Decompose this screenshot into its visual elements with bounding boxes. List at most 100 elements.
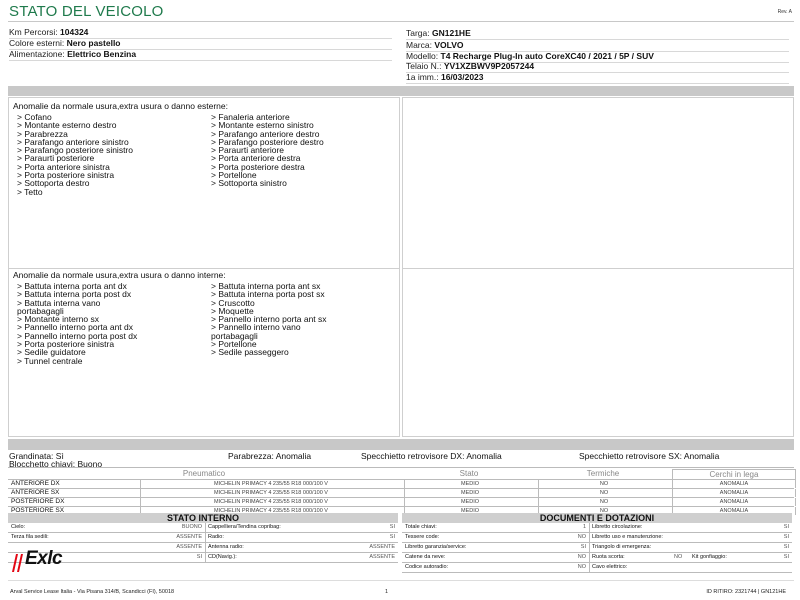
documents-section: DOCUMENTI E DOTAZIONI Totale chiavi: 1 Lib…	[402, 513, 792, 573]
tyre-rim: ANOMALIA	[672, 498, 796, 506]
doc-label-b: Cavo elettrico:	[589, 563, 627, 572]
state-header: Stato	[459, 469, 479, 478]
interior-label-a: Terza fila sedili:	[11, 534, 49, 540]
doc-value-a: NO	[577, 564, 586, 570]
tyre-winter: NO	[538, 480, 669, 488]
doc-label-b: Libretto circolazione:	[589, 523, 642, 532]
km-label: Km Percorsi:	[9, 27, 58, 37]
brand-label: Marca:	[406, 40, 432, 50]
tyre-state: MEDIO	[404, 480, 535, 488]
vin-value: YV1XZBWV9P2057244	[443, 61, 535, 71]
plate-row: Targa: GN121HE	[406, 28, 789, 40]
internal-damage-heading: Anomalie da normale usura,extra usura o …	[13, 270, 226, 280]
external-damage-list-1: > Cofano > Montante esterno destro > Parab…	[17, 113, 133, 196]
doc-label-a: Totale chiavi:	[405, 524, 437, 530]
brand-value: VOLVO	[434, 40, 464, 50]
fuel-row: Alimentazione: Elettrico Benzina	[9, 49, 392, 61]
damage-item: > Tunnel centrale	[17, 355, 83, 366]
tyre-model: MICHELIN PRIMACY 4 235/55 R18 000/100 V	[140, 480, 401, 488]
interior-state-row: Cielo: BUONO Cappelliera/Tendina copribag:…	[8, 523, 398, 533]
tyre-model: MICHELIN PRIMACY 4 235/55 R18 000/100 V	[140, 498, 401, 506]
tyre-rim: ANOMALIA	[672, 489, 796, 497]
damage-item: > Sedile passeggero	[211, 347, 289, 358]
tyre-position: ANTERIORE DX	[11, 480, 60, 487]
interior-label-b: Radio:	[205, 533, 224, 542]
registration-row: 1a imm.: 16/03/2023	[406, 72, 789, 84]
interior-label-b: Cappelliera/Tendina copribag:	[205, 523, 281, 532]
doc-label-a: Catene da neve:	[405, 554, 446, 560]
company-logo: Exlc	[10, 548, 80, 574]
documents-row: Codice autoradio: NO Cavo elettrico:	[402, 563, 792, 573]
tyre-row: ANTERIORE DX MICHELIN PRIMACY 4 235/55 R1…	[8, 479, 796, 488]
interior-label-a: Cielo:	[11, 524, 26, 530]
color-label: Colore esterni:	[9, 38, 65, 48]
interior-state-heading: STATO INTERNO	[8, 513, 398, 523]
tyre-position: ANTERIORE SX	[11, 489, 60, 496]
doc-label-b: Ruota scorta:	[589, 553, 625, 562]
internal-damage-list-2: > Battuta interna porta ant sx > Battuta …	[211, 282, 327, 357]
doc-label-b: Triangolo di emergenza:	[589, 543, 651, 552]
doc-value-a: NO	[577, 534, 586, 540]
doc-value-a: SI	[580, 544, 586, 550]
interior-value-a: ASSENTE	[176, 534, 202, 540]
interior-label-b: Antenna radio:	[205, 543, 244, 552]
footer-address: Arval Service Lease Italia - Via Pisana …	[10, 589, 175, 595]
section-band	[8, 86, 794, 96]
plate-label: Targa:	[406, 28, 430, 38]
internal-damage-list-1: > Battuta interna porta ant dx > Battuta …	[17, 282, 137, 365]
external-damage-panel: Anomalie da normale usura,extra usura o …	[8, 97, 400, 269]
doc-value-a: 1	[582, 524, 586, 530]
doc-value-b: SI	[783, 544, 789, 550]
revision-label: Rev. A	[777, 9, 792, 15]
windshield-status: Parabrezza: Anomalia	[228, 451, 312, 461]
registration-label: 1a imm.:	[406, 72, 439, 82]
doc-value-b-mid: NO	[674, 554, 683, 560]
tyre-row: ANTERIORE SX MICHELIN PRIMACY 4 235/55 R1…	[8, 488, 796, 497]
tyre-state: MEDIO	[404, 489, 535, 497]
page-title: STATO DEL VEICOLO	[9, 3, 164, 20]
tyres-header: Pneumatico	[182, 469, 226, 478]
fuel-label: Alimentazione:	[9, 49, 65, 59]
tyres-section: Pneumatico Stato Termiche Cerchi in lega…	[8, 467, 796, 515]
misc-band	[8, 439, 794, 450]
documents-row: Totale chiavi: 1 Libretto circolazione: SI	[402, 523, 792, 533]
tyre-winter: NO	[538, 489, 669, 497]
interior-value-b: ASSENTE	[369, 554, 395, 560]
doc-value-b: SI	[783, 554, 789, 560]
interior-value-a: SI	[196, 554, 202, 560]
winter-header: Termiche	[586, 469, 620, 478]
documents-row: Catene da neve: NO Ruota scorta: NO Kit gonf…	[402, 553, 792, 563]
doc-label-a: Tessere code:	[405, 534, 440, 540]
damage-item: > Tetto	[17, 186, 43, 197]
footer-page-number: 1	[385, 589, 389, 595]
tyres-rows: ANTERIORE DX MICHELIN PRIMACY 4 235/55 R1…	[8, 479, 796, 515]
plate-value: GN121HE	[432, 28, 471, 38]
tyre-row: POSTERIORE DX MICHELIN PRIMACY 4 235/55 R…	[8, 497, 796, 506]
model-value: T4 Recharge Plug-In auto CoreXC40 / 2021…	[440, 51, 654, 61]
footer-id: ID RITIRO: 2321744 | GN121HE	[706, 589, 786, 595]
internal-damage-panel: Anomalie da normale usura,extra usura o …	[8, 268, 400, 437]
interior-label-b: CD(Navig.):	[205, 553, 237, 562]
documents-row: Tessere code: NO Libretto uso e manutenzio…	[402, 533, 792, 543]
doc-value-b: SI	[783, 524, 789, 530]
doc-label-b: Libretto uso e manutenzione:	[589, 533, 663, 542]
external-damage-heading: Anomalie da normale usura,extra usura o …	[13, 101, 228, 111]
doc-label-b-extra: Kit gonfiaggio:	[692, 554, 727, 560]
doc-label-a: Codice autoradio:	[405, 564, 449, 570]
tyre-winter: NO	[538, 498, 669, 506]
documents-row: Libretto garanzia/service: SI Triangolo di…	[402, 543, 792, 553]
tyre-model: MICHELIN PRIMACY 4 235/55 R18 000/100 V	[140, 489, 401, 497]
footer-divider	[8, 580, 794, 581]
fuel-value: Elettrico Benzina	[67, 49, 137, 59]
tyre-position: POSTERIORE DX	[11, 498, 65, 505]
title-divider	[8, 21, 794, 22]
doc-value-a: NO	[577, 554, 586, 560]
interior-value-b: SI	[389, 534, 395, 540]
vin-label: Telaio N.:	[406, 61, 442, 71]
interior-value-a: BUONO	[181, 524, 202, 530]
documents-heading: DOCUMENTI E DOTAZIONI	[402, 513, 792, 523]
tyre-rim: ANOMALIA	[672, 480, 796, 488]
color-value: Nero pastello	[66, 38, 121, 48]
mirror-sx-status: Specchietto retrovisore SX: Anomalia	[579, 451, 720, 461]
mirror-dx-status: Specchietto retrovisore DX: Anomalia	[361, 451, 502, 461]
